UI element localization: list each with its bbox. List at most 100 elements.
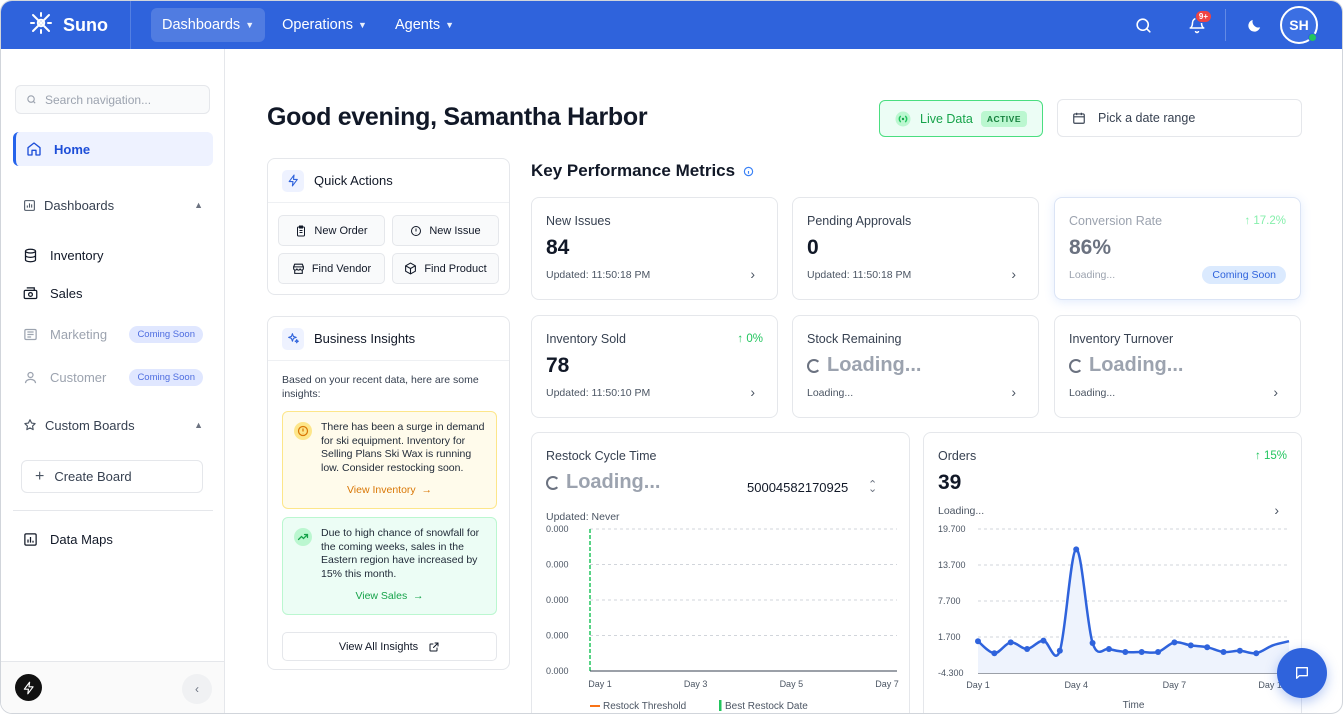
search-navigation[interactable]: Search navigation... [15, 85, 210, 114]
bar-chart-icon [24, 532, 37, 546]
product-id-select[interactable]: 50004582170925 [747, 480, 848, 495]
notifications-button[interactable]: 9+ [1177, 5, 1217, 45]
card-header: Quick Actions [268, 159, 509, 203]
sidebar-section-custom-boards[interactable]: Custom Boards ▲ [13, 410, 213, 440]
section-label: Dashboards [44, 197, 115, 213]
new-issue-button[interactable]: New Issue [392, 215, 499, 246]
restock-chart: 0.000 0.000 0.000 0.000 0.000 Day 1 Day 3 Day 5… [546, 524, 899, 712]
avatar[interactable]: SH [1280, 6, 1318, 44]
database-icon [24, 248, 37, 262]
chevron-right-icon[interactable]: › [1011, 384, 1016, 400]
metric-card-stock-remaining[interactable]: Stock Remaining Loading... Loading... › [792, 315, 1039, 418]
search-button[interactable] [1123, 5, 1163, 45]
sidebar-item-customer[interactable]: Customer Coming Soon [13, 360, 213, 394]
data-point [1089, 640, 1096, 646]
sidebar-item-sales[interactable]: Sales [13, 276, 213, 310]
chat-button[interactable] [1277, 648, 1327, 698]
view-all-insights-button[interactable]: View All Insights [282, 632, 497, 661]
divider [13, 510, 213, 511]
metric-updated: Updated: 11:50:18 PM [546, 269, 651, 281]
find-vendor-button[interactable]: Find Vendor [278, 253, 385, 284]
section-title: Key Performance Metrics [531, 161, 754, 181]
sidebar-item-home[interactable]: Home [13, 132, 213, 166]
button-label: Find Product [424, 262, 487, 275]
calendar-icon [1073, 112, 1085, 124]
logo-icon [29, 11, 53, 40]
external-link-icon [429, 642, 439, 651]
nav-operations[interactable]: Operations ▼ [271, 8, 378, 42]
sidebar-section-dashboards[interactable]: Dashboards ▲ [13, 190, 213, 220]
y-tick-label: -4.300 [938, 668, 964, 678]
chevron-right-icon[interactable]: › [750, 384, 755, 400]
chevron-right-icon[interactable]: › [750, 266, 755, 282]
metric-loading: Loading... [807, 354, 921, 377]
y-tick-label: 0.000 [546, 524, 569, 534]
brand[interactable]: Suno [1, 1, 131, 49]
chevron-up-down-icon[interactable]: ⌃ ⌄ [868, 478, 877, 504]
view-inventory-link[interactable]: View Inventory → [283, 484, 496, 498]
collapse-sidebar-button[interactable]: ‹ [182, 674, 212, 704]
data-point [1220, 649, 1227, 655]
star-icon [24, 419, 36, 431]
data-point [1236, 647, 1243, 654]
chevron-right-icon[interactable]: › [1273, 384, 1278, 400]
sidebar-item-inventory[interactable]: Inventory [13, 238, 213, 272]
data-point [1073, 546, 1080, 553]
metric-card-conversion-rate[interactable]: Conversion Rate ↑ 17.2% 86% Loading... C… [1054, 197, 1301, 300]
insights-intro: Based on your recent data, here are some… [282, 374, 479, 400]
nav-dashboards-label: Dashboards [162, 17, 241, 33]
create-board-button[interactable]: + Create Board [21, 460, 203, 493]
chevron-right-icon[interactable]: › [1274, 502, 1279, 518]
data-point [1040, 637, 1047, 644]
coming-soon-badge: Coming Soon [1202, 266, 1286, 284]
arrow-right-icon: → [418, 483, 433, 496]
bolt-button[interactable] [15, 674, 42, 701]
plus-icon: + [35, 467, 45, 485]
live-data-toggle[interactable]: Live Data ACTIVE [879, 100, 1043, 137]
sidebar-item-label: Home [54, 141, 91, 157]
arrow-right-icon: → [410, 589, 424, 602]
coming-soon-badge: Coming Soon [129, 368, 203, 386]
metric-updated: Updated: 11:50:18 PM [807, 269, 912, 281]
button-label: Find Vendor [311, 262, 372, 275]
data-point [1122, 649, 1129, 655]
theme-toggle[interactable] [1234, 5, 1274, 45]
date-range-picker[interactable]: Pick a date range [1057, 99, 1302, 137]
chevron-right-icon[interactable]: › [1011, 266, 1016, 282]
metric-value: Loading... [827, 354, 922, 376]
search-input[interactable]: Search navigation... [45, 93, 151, 107]
chevron-down-icon: ▼ [445, 20, 455, 30]
nav-dashboards[interactable]: Dashboards ▼ [151, 8, 266, 42]
view-sales-link[interactable]: View Sales → [283, 590, 496, 604]
metric-change: ↑ 0% [737, 333, 763, 345]
insight-text: There has been a surge in demand for ski… [321, 421, 485, 474]
metric-loading: Loading... [1069, 354, 1183, 377]
sidebar-item-data-maps[interactable]: Data Maps [13, 522, 213, 556]
alert-circle-icon [411, 225, 422, 236]
y-tick-label: 19.700 [938, 524, 966, 534]
find-product-button[interactable]: Find Product [392, 253, 499, 284]
restock-cycle-card: Restock Cycle Time Loading... 5000458217… [531, 432, 910, 713]
kpi-title: Key Performance Metrics [531, 161, 736, 180]
moon-icon [1247, 19, 1260, 32]
metric-value: 86% [1069, 236, 1112, 259]
nav-agents[interactable]: Agents ▼ [384, 8, 465, 42]
top-bar-actions: 9+ SH [1123, 1, 1342, 49]
metric-card-inventory-turnover[interactable]: Inventory Turnover Loading... Loading...… [1054, 315, 1301, 418]
x-tick-label: Day 7 [875, 679, 899, 689]
new-order-button[interactable]: New Order [278, 215, 385, 246]
top-nav: Dashboards ▼ Operations ▼ Agents ▼ [151, 8, 465, 42]
data-point [1253, 650, 1260, 657]
metric-card-new-issues[interactable]: New Issues 84 Updated: 11:50:18 PM › [531, 197, 778, 300]
link-label: View Inventory [346, 483, 416, 496]
metric-updated: Updated: 11:50:10 PM [546, 387, 651, 399]
sidebar-item-label: Data Maps [50, 531, 113, 547]
section-label: Custom Boards [45, 417, 135, 433]
date-range-placeholder: Pick a date range [1098, 111, 1196, 125]
sidebar-item-marketing[interactable]: Marketing Coming Soon [13, 317, 213, 351]
metric-card-pending-approvals[interactable]: Pending Approvals 0 Updated: 11:50:18 PM… [792, 197, 1039, 300]
data-point [1187, 642, 1194, 649]
info-icon[interactable] [743, 166, 754, 177]
metric-card-inventory-sold[interactable]: Inventory Sold ↑ 0% 78 Updated: 11:50:10… [531, 315, 778, 418]
metric-change: ↑ 17.2% [1244, 215, 1286, 227]
